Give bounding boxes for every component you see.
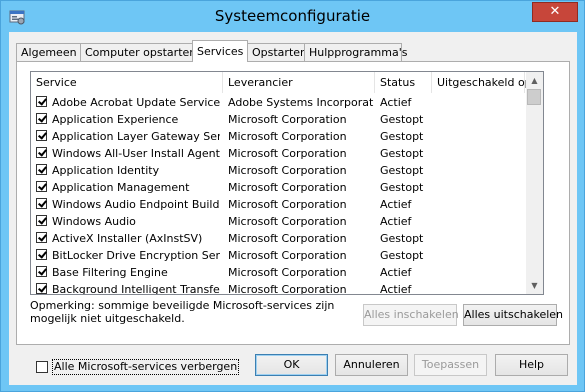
- service-status: Gestopt: [380, 232, 424, 245]
- service-status: Gestopt: [380, 147, 424, 160]
- service-checkbox[interactable]: [36, 283, 47, 294]
- table-row[interactable]: BitLocker Drive Encryption Service Micro…: [31, 247, 525, 264]
- table-row[interactable]: Application Experience Microsoft Corpora…: [31, 111, 525, 128]
- service-vendor: Microsoft Corporation: [228, 113, 347, 126]
- service-vendor: Microsoft Corporation: [228, 198, 347, 211]
- service-vendor: Microsoft Corporation: [228, 266, 347, 279]
- service-name: Windows All-User Install Agent: [52, 147, 220, 160]
- service-checkbox[interactable]: [36, 113, 47, 124]
- apply-button[interactable]: Toepassen: [414, 354, 487, 376]
- table-row[interactable]: Application Management Microsoft Corpora…: [31, 179, 525, 196]
- service-checkbox[interactable]: [36, 181, 47, 192]
- table-row[interactable]: Background Intelligent Transfer ... Micr…: [31, 281, 525, 295]
- tab-services[interactable]: Services: [192, 40, 248, 62]
- service-name: Windows Audio: [52, 215, 136, 228]
- close-icon: ✕: [549, 4, 561, 19]
- table-row[interactable]: Windows Audio Microsoft Corporation Acti…: [31, 213, 525, 230]
- service-vendor: Microsoft Corporation: [228, 181, 347, 194]
- tab-opstarten[interactable]: Opstarten: [247, 43, 307, 61]
- table-row[interactable]: Windows All-User Install Agent Microsoft…: [31, 145, 525, 162]
- service-status: Actief: [380, 283, 412, 295]
- service-status: Gestopt: [380, 130, 424, 143]
- column-header-vendor[interactable]: Leverancier: [223, 72, 375, 93]
- service-name: Windows Audio Endpoint Builder: [52, 198, 220, 211]
- service-name: Background Intelligent Transfer ...: [52, 283, 220, 295]
- scroll-up-icon[interactable]: ▲: [526, 72, 543, 89]
- table-row[interactable]: Base Filtering Engine Microsoft Corporat…: [31, 264, 525, 281]
- services-list[interactable]: Service Leverancier Status Uitgeschakeld…: [30, 71, 544, 295]
- scroll-down-icon[interactable]: ▼: [526, 277, 543, 294]
- service-vendor: Microsoft Corporation: [228, 249, 347, 262]
- note-text: Opmerking: sommige beveiligde Microsoft-…: [30, 299, 335, 325]
- table-row[interactable]: Windows Audio Endpoint Builder Microsoft…: [31, 196, 525, 213]
- hide-ms-checkbox[interactable]: [36, 361, 48, 373]
- table-row[interactable]: Application Identity Microsoft Corporati…: [31, 162, 525, 179]
- service-checkbox[interactable]: [36, 249, 47, 260]
- service-vendor: Microsoft Corporation: [228, 147, 347, 160]
- service-status: Gestopt: [380, 164, 424, 177]
- tab-computer-opstarten[interactable]: Computer opstarten: [80, 43, 196, 61]
- service-checkbox[interactable]: [36, 164, 47, 175]
- column-header-status[interactable]: Status: [375, 72, 432, 93]
- tab-hulpprogrammas[interactable]: Hulpprogramma's: [304, 43, 407, 61]
- column-header-service[interactable]: Service: [31, 72, 223, 93]
- service-name: Application Identity: [52, 164, 160, 177]
- service-checkbox[interactable]: [36, 130, 47, 141]
- cancel-button[interactable]: Annuleren: [335, 354, 408, 376]
- ok-button[interactable]: OK: [255, 354, 328, 376]
- service-name: Application Management: [52, 181, 190, 194]
- service-checkbox[interactable]: [36, 232, 47, 243]
- service-checkbox[interactable]: [36, 266, 47, 277]
- window-title: Systeemconfiguratie: [214, 7, 371, 25]
- table-row[interactable]: ActiveX Installer (AxInstSV) Microsoft C…: [31, 230, 525, 247]
- scroll-thumb[interactable]: [527, 89, 541, 105]
- service-status: Actief: [380, 96, 412, 109]
- service-checkbox[interactable]: [36, 198, 47, 209]
- service-name: ActiveX Installer (AxInstSV): [52, 232, 203, 245]
- enable-all-button[interactable]: Alles inschakelen: [363, 304, 459, 326]
- service-name: Base Filtering Engine: [52, 266, 168, 279]
- dialog-client: Algemeen Computer opstarten Services Ops…: [9, 32, 577, 385]
- hide-ms-label[interactable]: Alle Microsoft-services verbergen: [52, 359, 240, 375]
- vertical-scrollbar[interactable]: ▲ ▼: [526, 72, 543, 294]
- service-checkbox[interactable]: [36, 147, 47, 158]
- service-name: Application Layer Gateway Service: [52, 130, 220, 143]
- tab-algemeen[interactable]: Algemeen: [16, 43, 81, 61]
- list-header: Service Leverancier Status Uitgeschakeld…: [31, 72, 532, 93]
- service-name: Application Experience: [52, 113, 179, 126]
- service-vendor: Microsoft Corporation: [228, 283, 347, 295]
- table-row[interactable]: Application Layer Gateway Service Micros…: [31, 128, 525, 145]
- service-vendor: Microsoft Corporation: [228, 164, 347, 177]
- title-bar[interactable]: Systeemconfiguratie ✕: [1, 1, 584, 33]
- service-status: Gestopt: [380, 113, 424, 126]
- help-button[interactable]: Help: [495, 354, 568, 376]
- column-header-disabled-on[interactable]: Uitgeschakeld op: [432, 72, 532, 93]
- table-row[interactable]: Adobe Acrobat Update Service Adobe Syste…: [31, 94, 525, 111]
- msconfig-window: Systeemconfiguratie ✕ Algemeen Computer …: [0, 0, 585, 392]
- service-vendor: Microsoft Corporation: [228, 232, 347, 245]
- service-name: Adobe Acrobat Update Service: [52, 96, 220, 109]
- service-vendor: Adobe Systems Incorporated: [228, 96, 374, 109]
- service-checkbox[interactable]: [36, 215, 47, 226]
- close-button[interactable]: ✕: [532, 2, 578, 22]
- service-name: BitLocker Drive Encryption Service: [52, 249, 220, 262]
- service-status: Gestopt: [380, 181, 424, 194]
- service-checkbox[interactable]: [36, 96, 47, 107]
- disable-all-button[interactable]: Alles uitschakelen: [463, 304, 563, 326]
- service-status: Actief: [380, 215, 412, 228]
- service-status: Actief: [380, 198, 412, 211]
- services-panel: Service Leverancier Status Uitgeschakeld…: [16, 61, 570, 375]
- service-status: Gestopt: [380, 249, 424, 262]
- service-status: Actief: [380, 266, 412, 279]
- service-vendor: Microsoft Corporation: [228, 130, 347, 143]
- service-vendor: Microsoft Corporation: [228, 215, 347, 228]
